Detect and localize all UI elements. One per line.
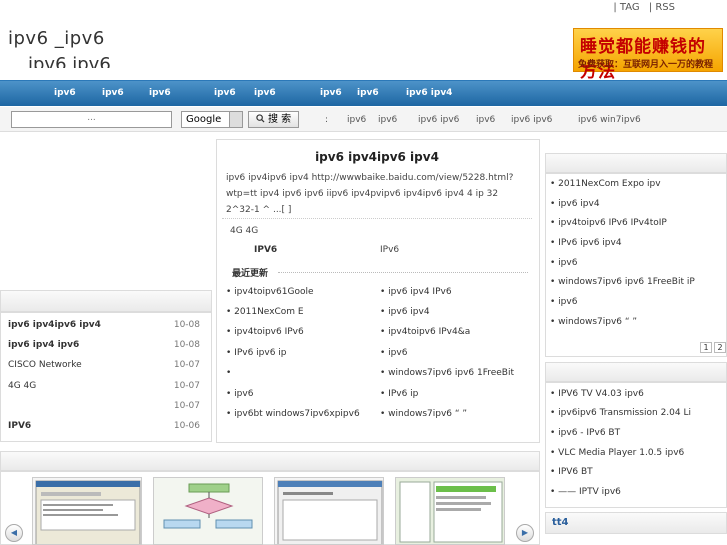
engine-select[interactable]: Google xyxy=(181,111,243,128)
article-title[interactable]: ipv6 ipv4ipv6 ipv4 xyxy=(218,150,536,164)
tag-link[interactable]: | TAG xyxy=(613,2,639,13)
search-input[interactable]: ... xyxy=(11,111,172,128)
nav-item[interactable]: ipv6 xyxy=(214,88,236,98)
hot-link[interactable]: ipv6 ipv6 xyxy=(511,115,552,125)
chevron-down-icon xyxy=(229,112,242,127)
latest-item[interactable]: • 2011NexCom E xyxy=(226,307,304,317)
hot-link[interactable]: ipv6 win7ipv6 xyxy=(578,115,641,125)
hot-link[interactable]: ipv6 ipv6 xyxy=(418,115,459,125)
list-item[interactable]: • VLC Media Player 1.0.5 ipv6 xyxy=(550,448,684,458)
screenshot-thumbnail[interactable] xyxy=(153,477,263,545)
latest-item[interactable]: • windows7ipv6 ipv6 1FreeBit xyxy=(380,368,514,378)
app-screenshot-image xyxy=(396,478,504,544)
article-desc: ipv6 ipv4ipv6 ipv4 http://wwwbaike.baidu… xyxy=(226,173,514,215)
nav-item[interactable]: ipv6 xyxy=(54,88,76,98)
pager-page-2[interactable]: 2 xyxy=(714,342,726,353)
flowchart-image xyxy=(154,478,262,544)
right-panel-header xyxy=(545,362,727,382)
carousel-header xyxy=(0,451,540,471)
latest-item[interactable]: • ipv4toipv6 IPv4&a xyxy=(380,327,470,337)
nav-item[interactable]: ipv6 xyxy=(357,88,379,98)
pager-page-1[interactable]: 1 xyxy=(700,342,712,353)
rss-link[interactable]: | RSS xyxy=(649,2,675,13)
latest-item[interactable]: • ipv6 ipv4 xyxy=(380,307,430,317)
latest-heading: 最近更新 xyxy=(232,269,269,279)
list-item[interactable]: • IPV6 TV V4.03 ipv6 xyxy=(550,389,644,399)
article-line: 4G 4G xyxy=(230,226,259,236)
latest-item[interactable]: • IPv6 ipv6 ip xyxy=(226,348,287,358)
engine-value: Google xyxy=(186,114,222,125)
search-icon xyxy=(256,114,265,123)
nav-item[interactable]: ipv6 xyxy=(149,88,171,98)
site-title[interactable]: ipv6 _ipv6 xyxy=(8,28,105,49)
nav-item[interactable]: ipv6 xyxy=(320,88,342,98)
screenshot-thumbnail[interactable] xyxy=(32,477,142,545)
list-item[interactable]: • ipv6 xyxy=(550,297,577,307)
latest-item[interactable]: • ipv4toipv61Goole xyxy=(226,287,314,297)
carousel-prev-button[interactable]: ◀ xyxy=(5,524,23,542)
latest-item[interactable]: • windows7ipv6 “ ” xyxy=(380,409,467,419)
list-item[interactable]: • ipv6 - IPv6 BT xyxy=(550,428,620,438)
list-item[interactable]: • —— IPTV ipv6 xyxy=(550,487,621,497)
list-item[interactable]: • IPV6 BT xyxy=(550,467,593,477)
list-item[interactable]: • windows7ipv6 ipv6 1FreeBit iP xyxy=(550,277,695,287)
search-button-label: 搜 索 xyxy=(268,114,292,125)
list-item[interactable]: • windows7ipv6 “ ” xyxy=(550,317,637,327)
list-item[interactable]: • IPv6 ipv6 ipv4 xyxy=(550,238,622,248)
right-panel-header xyxy=(545,153,727,173)
hot-label: : xyxy=(325,115,329,125)
carousel-next-button[interactable]: ▶ xyxy=(516,524,534,542)
latest-item[interactable]: • ipv6 xyxy=(380,348,407,358)
article-line: IPV6 xyxy=(254,245,278,255)
list-item[interactable]: • 2011NexCom Expo ipv xyxy=(550,179,661,189)
latest-item[interactable]: • ipv6bt windows7ipv6xpipv6 xyxy=(226,409,360,419)
right-panel-header xyxy=(545,512,727,534)
nav-item[interactable]: ipv6 xyxy=(254,88,276,98)
divider xyxy=(222,218,532,219)
list-item[interactable]: • ipv4toipv6 IPv6 IPv4toIP xyxy=(550,218,667,228)
ad-tagline: 免费获取：互联网月入一万的教程 xyxy=(578,60,714,70)
main-nav: ipv6 ipv6 ipv6 ipv6 ipv6 ipv6 ipv6 ipv6 … xyxy=(0,80,727,106)
divider xyxy=(278,272,528,273)
search-button[interactable]: 搜 索 xyxy=(248,111,299,128)
list-item[interactable]: • ipv6 ipv4 xyxy=(550,199,600,209)
screenshot-thumbnail[interactable] xyxy=(395,477,505,545)
latest-item[interactable]: • IPv6 ip xyxy=(380,389,418,399)
screenshot-thumbnail[interactable] xyxy=(274,477,384,545)
list-item[interactable]: • ipv6 xyxy=(550,258,577,268)
list-item[interactable]: • ipv6ipv6 Transmission 2.04 Li xyxy=(550,408,691,418)
window-screenshot-image xyxy=(35,480,141,544)
panel-title: tt4 xyxy=(552,517,569,528)
latest-item[interactable]: • ipv4toipv6 IPv6 xyxy=(226,327,304,337)
chevron-right-icon: ▶ xyxy=(521,528,529,537)
top-links: | TAG | RSS xyxy=(607,2,675,13)
hot-link[interactable]: ipv6 xyxy=(476,115,495,125)
site-subtitle: ipv6 ipv6 xyxy=(28,54,111,68)
search-bar: ... Google 搜 索 : ipv6 ipv6 ipv6 ipv6 ipv… xyxy=(0,107,727,132)
nav-item[interactable]: ipv6 ipv4 xyxy=(406,88,452,98)
nav-item[interactable]: ipv6 xyxy=(102,88,124,98)
left-panel-header xyxy=(0,290,212,312)
latest-item[interactable]: • xyxy=(226,368,231,378)
latest-item[interactable]: • ipv6 ipv4 IPv6 xyxy=(380,287,452,297)
chevron-left-icon: ◀ xyxy=(10,528,18,537)
ad-banner[interactable]: 睡觉都能赚钱的方法 免费获取：互联网月入一万的教程 xyxy=(573,28,723,82)
article-line: IPv6 xyxy=(380,245,400,255)
hot-link[interactable]: ipv6 xyxy=(378,115,397,125)
hot-link[interactable]: ipv6 xyxy=(347,115,366,125)
dialog-screenshot-image xyxy=(277,480,383,544)
latest-item[interactable]: • ipv6 xyxy=(226,389,253,399)
